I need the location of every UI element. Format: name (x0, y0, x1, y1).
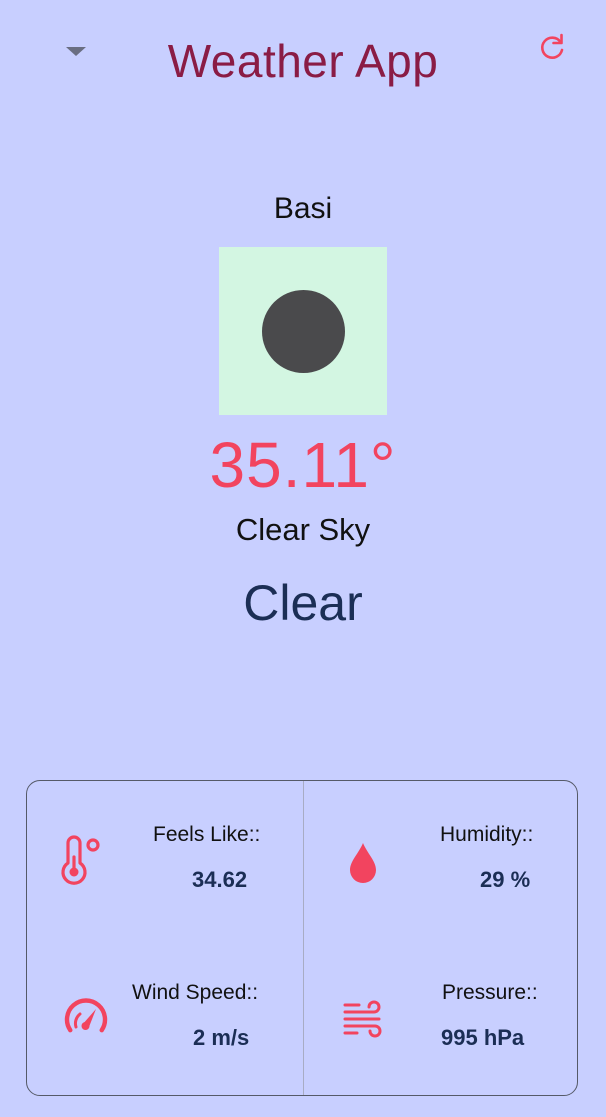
humidity-value: 29 % (480, 867, 531, 892)
weather-condition-icon (219, 247, 387, 415)
temperature: 35.11° (209, 429, 397, 501)
weather-stats-card: Feels Like:: 34.62 Humidity:: 29 % Wind … (26, 780, 578, 1096)
thermometer-icon (61, 835, 100, 885)
pressure-value: 995 hPa (441, 1025, 525, 1050)
app-title: Weather App (167, 35, 439, 87)
wind-speed-value: 2 m/s (193, 1025, 250, 1050)
wind-icon (343, 1000, 382, 1038)
humidity-label: Humidity:: (440, 823, 534, 846)
stat-wind-speed: Wind Speed:: 2 m/s (27, 939, 303, 1097)
speedometer-icon (64, 998, 108, 1033)
stat-humidity: Humidity:: 29 % (303, 781, 579, 939)
stat-feels-like: Feels Like:: 34.62 (27, 781, 303, 939)
wind-speed-label: Wind Speed:: (132, 981, 259, 1004)
app-header: Weather App (0, 0, 606, 120)
weather-description: Clear Sky (235, 512, 371, 547)
refresh-icon[interactable] (534, 30, 570, 66)
feels-like-value: 34.62 (192, 867, 248, 892)
stat-pressure: Pressure:: 995 hPa (303, 939, 579, 1097)
water-drop-icon (350, 843, 376, 883)
clear-sky-icon (262, 290, 345, 373)
weather-main-condition: Clear (243, 575, 363, 631)
pressure-label: Pressure:: (442, 981, 538, 1004)
feels-like-label: Feels Like:: (153, 823, 261, 846)
city-name: Basi (273, 192, 333, 225)
